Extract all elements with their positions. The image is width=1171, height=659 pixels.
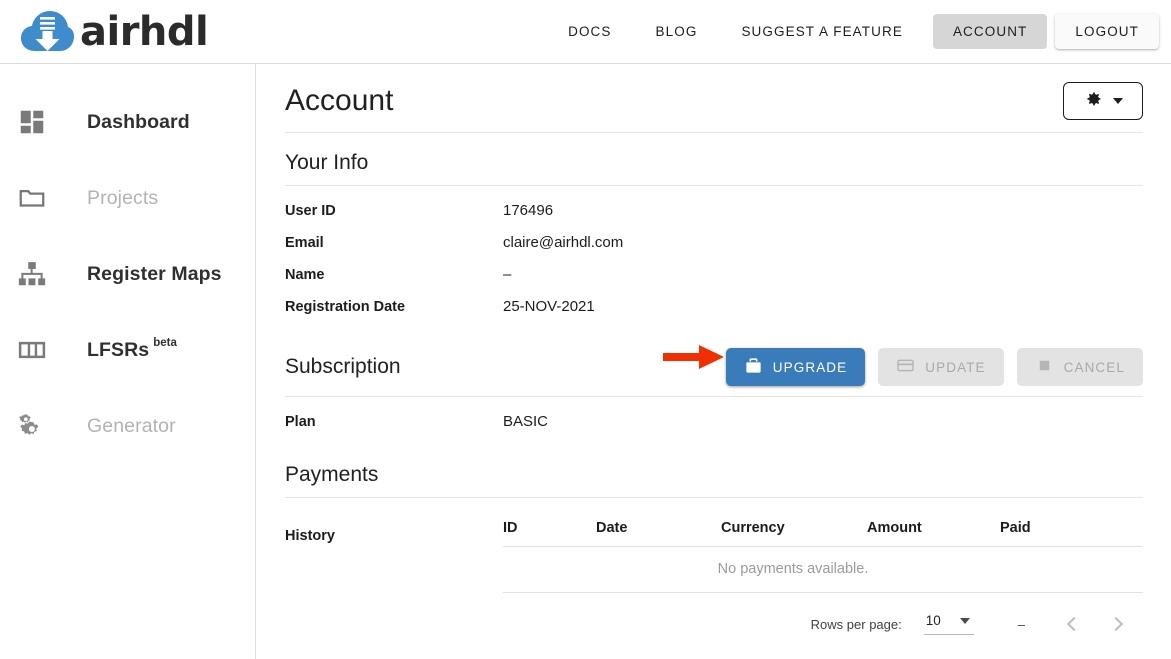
- nav-blog[interactable]: BLOG: [638, 15, 716, 48]
- info-row: User ID 176496: [285, 202, 1143, 234]
- briefcase-icon: [744, 356, 763, 378]
- rows-per-page-select[interactable]: 10: [923, 613, 974, 635]
- column-header-paid: Paid: [1000, 520, 1031, 536]
- payments-history: History ID Date Currency Amount Paid No …: [285, 516, 1143, 641]
- rows-per-page-value: 10: [925, 613, 941, 628]
- upgrade-button-label: UPGRADE: [772, 359, 848, 375]
- paginator-range-label: –: [1017, 616, 1025, 632]
- subscription-actions: UPGRADE UPDATE CANCEL: [725, 348, 1143, 386]
- sidebar-item-label: Generator: [87, 414, 176, 437]
- paginator: Rows per page: 10 –: [503, 607, 1143, 641]
- column-header-amount: Amount: [867, 520, 922, 536]
- info-row: Registration Date 25-NOV-2021: [285, 298, 1143, 330]
- info-value: claire@airhdl.com: [503, 234, 624, 251]
- info-value: –: [503, 266, 512, 283]
- sidebar-item-badge-beta: beta: [153, 337, 177, 349]
- settings-menu-button[interactable]: [1063, 82, 1143, 120]
- info-value: 25-NOV-2021: [503, 298, 595, 315]
- sidebar-item-dashboard[interactable]: Dashboard: [0, 100, 255, 144]
- stop-square-icon: [1035, 356, 1054, 378]
- column-header-id: ID: [503, 520, 518, 536]
- red-arrow-annotation: [663, 345, 724, 369]
- payments-heading: Payments: [285, 445, 1143, 498]
- sidebar-item-projects[interactable]: Projects: [0, 176, 255, 220]
- main-content: Account Your Info User ID 176496 Email c…: [257, 64, 1171, 659]
- info-row: Name –: [285, 266, 1143, 298]
- page-header: Account: [285, 64, 1143, 133]
- app-header: airhdl DOCS BLOG SUGGEST A FEATURE ACCOU…: [0, 0, 1171, 64]
- plan-label: Plan: [285, 414, 316, 430]
- your-info-heading: Your Info: [285, 133, 1143, 186]
- nav-account-button[interactable]: ACCOUNT: [932, 14, 1048, 49]
- sidebar-item-lfsrs[interactable]: LFSRs beta: [0, 328, 255, 372]
- folder-icon: [17, 181, 55, 215]
- update-button-label: UPDATE: [925, 359, 986, 375]
- account-tree-icon: [17, 257, 55, 291]
- info-value: 176496: [503, 202, 554, 219]
- chevron-down-icon: [1113, 98, 1123, 104]
- sidebar-item-label: Projects: [87, 186, 159, 209]
- sidebar-item-label: Dashboard: [87, 110, 190, 133]
- logo-text: airhdl: [80, 8, 209, 55]
- top-nav: DOCS BLOG SUGGEST A FEATURE ACCOUNT LOGO…: [546, 0, 1171, 64]
- sidebar-item-generator[interactable]: Generator: [0, 404, 255, 448]
- your-info-table: User ID 176496 Email claire@airhdl.com N…: [285, 202, 1143, 330]
- info-label: Email: [285, 235, 324, 251]
- dashboard-icon: [17, 105, 55, 139]
- gear-icon: [1083, 89, 1103, 114]
- payments-table: ID Date Currency Amount Paid No payments…: [503, 516, 1143, 641]
- view-column-icon: [17, 333, 55, 367]
- page-title: Account: [285, 84, 394, 117]
- upgrade-button[interactable]: UPGRADE: [725, 348, 866, 386]
- nav-logout-button[interactable]: LOGOUT: [1055, 14, 1159, 49]
- rows-per-page-label: Rows per page:: [810, 616, 902, 632]
- cloud-download-icon: [21, 10, 74, 51]
- info-label: User ID: [285, 203, 336, 219]
- column-header-currency: Currency: [721, 520, 785, 536]
- plan-row: Plan BASIC: [285, 413, 1143, 445]
- sidebar-item-label: LFSRs: [87, 338, 150, 361]
- plan-value: BASIC: [503, 413, 549, 430]
- gears-icon: [17, 409, 55, 443]
- logo[interactable]: airhdl: [20, 0, 209, 64]
- plan-table: Plan BASIC: [285, 413, 1143, 445]
- cancel-button[interactable]: CANCEL: [1016, 348, 1143, 386]
- nav-docs[interactable]: DOCS: [550, 15, 629, 48]
- sidebar: Dashboard Projects Register Maps LFSRs b…: [0, 64, 256, 659]
- cancel-button-label: CANCEL: [1063, 359, 1125, 375]
- info-label: Name: [285, 267, 325, 283]
- sidebar-item-label: Register Maps: [87, 262, 222, 285]
- next-page-button[interactable]: [1095, 607, 1137, 641]
- history-label: History: [285, 528, 335, 544]
- sidebar-item-register-maps[interactable]: Register Maps: [0, 252, 255, 296]
- chevron-right-icon: [1108, 616, 1124, 632]
- payments-empty-message: No payments available.: [503, 547, 1143, 593]
- subscription-heading: Subscription: [285, 355, 401, 378]
- info-label: Registration Date: [285, 299, 406, 315]
- nav-suggest-a-feature[interactable]: SUGGEST A FEATURE: [723, 15, 921, 48]
- subscription-header: Subscription UPGRADE UPDATE CANCEL: [285, 330, 1143, 397]
- credit-card-icon: [896, 356, 915, 378]
- payments-table-header: ID Date Currency Amount Paid: [503, 516, 1143, 547]
- previous-page-button[interactable]: [1053, 607, 1095, 641]
- chevron-down-icon: [959, 617, 970, 624]
- info-row: Email claire@airhdl.com: [285, 234, 1143, 266]
- chevron-left-icon: [1066, 616, 1082, 632]
- update-button[interactable]: UPDATE: [878, 348, 1004, 386]
- column-header-date: Date: [596, 520, 628, 536]
